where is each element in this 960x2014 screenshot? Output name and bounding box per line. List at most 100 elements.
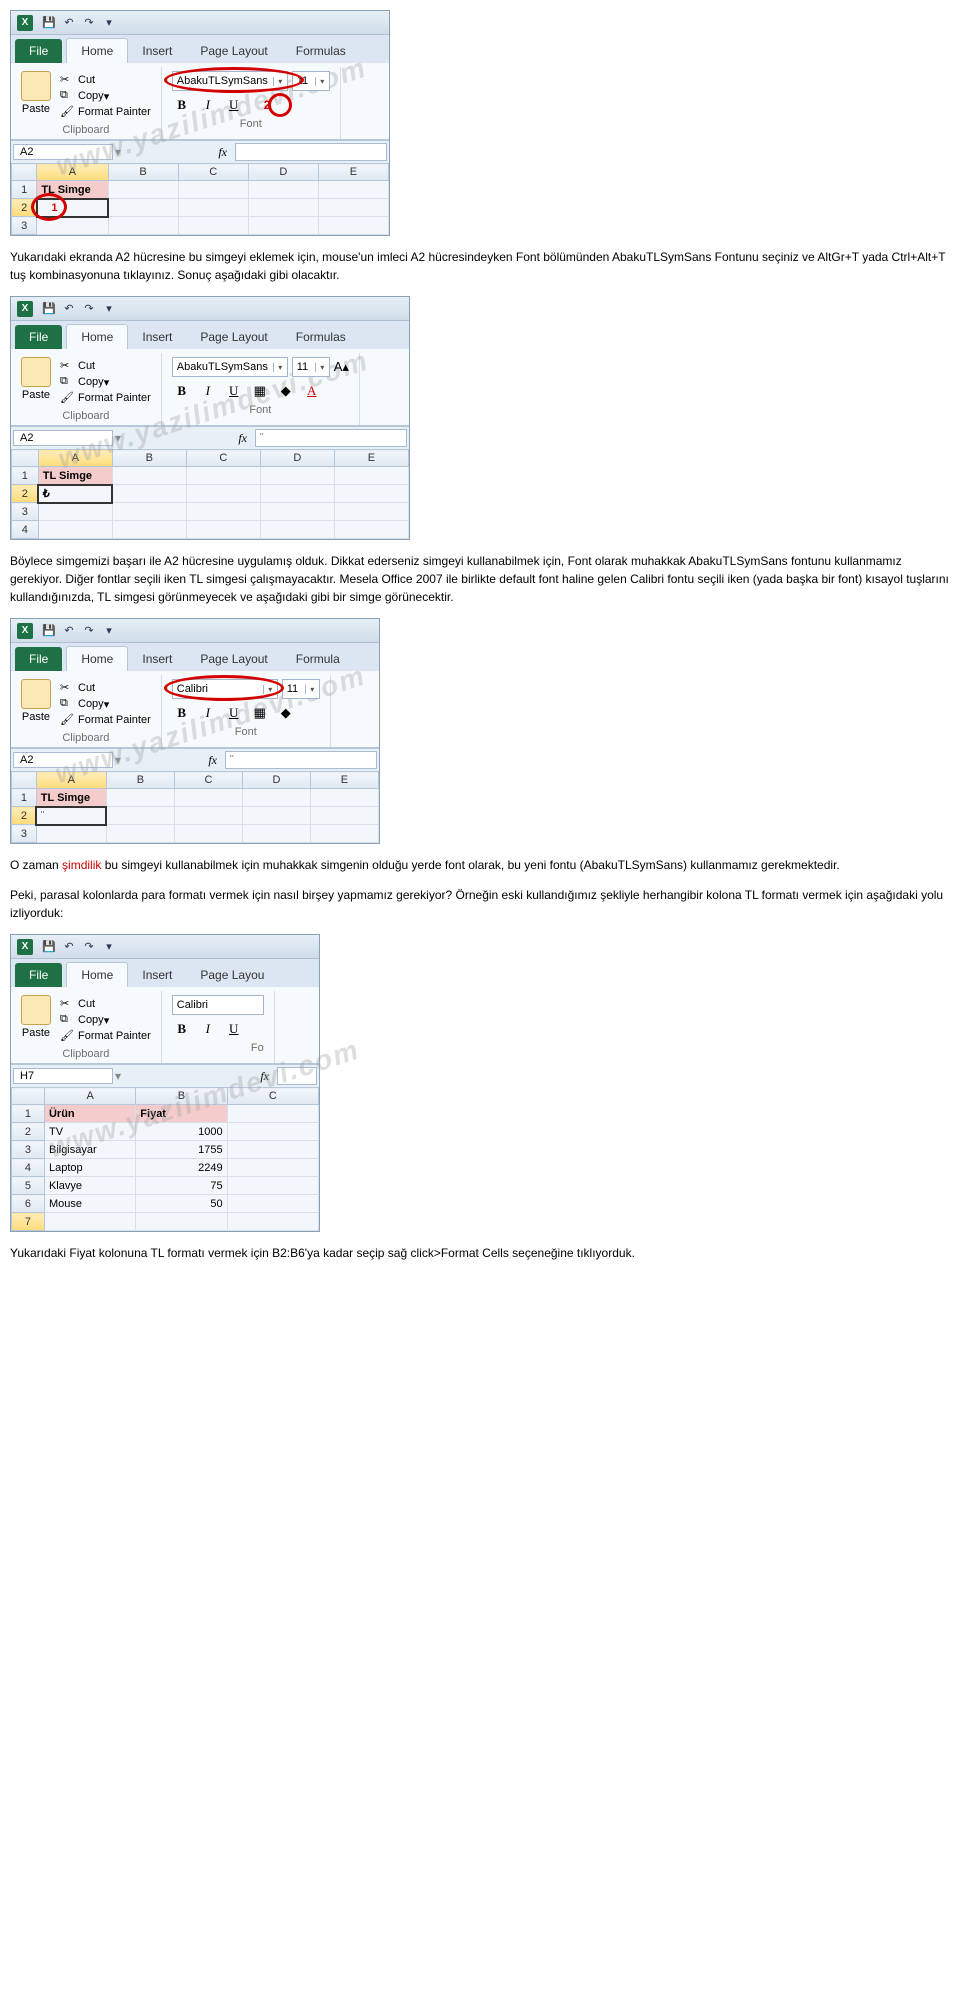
format-painter-button[interactable]: 🖌Format Painter — [60, 1029, 151, 1043]
cell[interactable]: Klavye — [44, 1177, 135, 1195]
row-header[interactable]: 1 — [12, 789, 37, 807]
cut-button[interactable]: ✂Cut — [60, 681, 151, 695]
copy-button[interactable]: ⧉Copy ▾ — [60, 375, 151, 389]
col-header-b[interactable]: B — [136, 1088, 227, 1105]
row-header[interactable]: 2 — [12, 1123, 45, 1141]
formula-input[interactable] — [255, 429, 407, 447]
font-name-combo[interactable]: ▾ — [172, 357, 288, 377]
row-header[interactable]: 4 — [12, 521, 39, 539]
font-name-input[interactable] — [173, 996, 263, 1014]
col-header-c[interactable]: C — [227, 1088, 318, 1105]
underline-button[interactable]: U — [224, 95, 244, 115]
col-header-e[interactable]: E — [318, 164, 388, 181]
fx-icon[interactable]: fx — [218, 145, 227, 160]
font-size-combo[interactable]: ▾ — [292, 357, 330, 377]
qat-dropdown-icon[interactable]: ▾ — [100, 938, 118, 956]
formula-input[interactable] — [225, 751, 377, 769]
italic-button[interactable]: I — [198, 1019, 218, 1039]
cell[interactable]: Bilgisayar — [44, 1141, 135, 1159]
format-painter-button[interactable]: 🖌Format Painter — [60, 713, 151, 727]
row-header[interactable]: 2 — [12, 485, 39, 503]
chevron-down-icon[interactable]: ▾ — [263, 685, 277, 694]
tab-formulas[interactable]: Formula — [282, 647, 354, 671]
underline-button[interactable]: U — [224, 1019, 244, 1039]
bold-button[interactable]: B — [172, 95, 192, 115]
row-header[interactable]: 3 — [12, 825, 37, 843]
namebox-dropdown-icon[interactable]: ▾ — [115, 753, 121, 767]
row-header[interactable]: 7 — [12, 1213, 45, 1231]
col-header-d[interactable]: D — [260, 450, 334, 467]
cell[interactable]: 1755 — [136, 1141, 227, 1159]
formula-input[interactable] — [235, 143, 387, 161]
tab-home[interactable]: Home — [66, 646, 128, 671]
chevron-down-icon[interactable]: ▾ — [315, 77, 329, 86]
cut-button[interactable]: ✂Cut — [60, 73, 151, 87]
font-name-combo[interactable]: ▾ — [172, 71, 288, 91]
bold-button[interactable]: B — [172, 1019, 192, 1039]
cell-a1[interactable]: TL Simge — [38, 467, 112, 485]
tab-home[interactable]: Home — [66, 962, 128, 987]
select-all-corner[interactable] — [12, 1088, 45, 1105]
tab-insert[interactable]: Insert — [128, 39, 186, 63]
borders-button[interactable]: ▦ — [250, 703, 270, 723]
font-size-input[interactable] — [293, 358, 315, 376]
qat-undo-icon[interactable]: ↶ — [60, 938, 78, 956]
tab-insert[interactable]: Insert — [128, 325, 186, 349]
font-name-input[interactable] — [173, 358, 273, 376]
cell-a1[interactable]: TL Simge — [36, 789, 106, 807]
row-header[interactable]: 3 — [12, 1141, 45, 1159]
worksheet-grid[interactable]: A B C D E 1TL Simge 21 3 — [11, 163, 389, 235]
cell[interactable]: 2249 — [136, 1159, 227, 1177]
grow-font-icon[interactable]: A▴ — [334, 359, 349, 375]
tab-file[interactable]: File — [15, 963, 62, 987]
col-header-e[interactable]: E — [310, 772, 378, 789]
copy-button[interactable]: ⧉Copy ▾ — [60, 1013, 151, 1027]
col-header-d[interactable]: D — [248, 164, 318, 181]
namebox-dropdown-icon[interactable]: ▾ — [115, 145, 121, 159]
tab-page-layout[interactable]: Page Layout — [186, 39, 281, 63]
row-header[interactable]: 3 — [12, 503, 39, 521]
tab-page-layout[interactable]: Page Layout — [186, 325, 281, 349]
paste-icon[interactable] — [21, 679, 51, 709]
row-header[interactable]: 3 — [12, 217, 37, 235]
col-header-a[interactable]: A — [37, 164, 108, 181]
cell-a2[interactable]: 1 — [37, 199, 108, 217]
col-header-a[interactable]: A — [38, 450, 112, 467]
tab-home[interactable]: Home — [66, 38, 128, 63]
qat-undo-icon[interactable]: ↶ — [60, 300, 78, 318]
qat-dropdown-icon[interactable]: ▾ — [100, 300, 118, 318]
namebox-dropdown-icon[interactable]: ▾ — [115, 1069, 121, 1083]
cell[interactable]: Mouse — [44, 1195, 135, 1213]
borders-button[interactable]: ▦ — [250, 381, 270, 401]
col-header-c[interactable]: C — [186, 450, 260, 467]
qat-save-icon[interactable]: 💾 — [40, 622, 58, 640]
row-header[interactable]: 5 — [12, 1177, 45, 1195]
bold-button[interactable]: B — [172, 381, 192, 401]
paste-icon[interactable] — [21, 995, 51, 1025]
copy-button[interactable]: ⧉Copy ▾ — [60, 697, 151, 711]
col-header-d[interactable]: D — [242, 772, 310, 789]
format-painter-button[interactable]: 🖌Format Painter — [60, 105, 151, 119]
chevron-down-icon[interactable]: ▾ — [315, 363, 329, 372]
chevron-down-icon[interactable]: ▾ — [273, 77, 287, 86]
cell-a2[interactable]: ₺ — [38, 485, 112, 503]
tab-insert[interactable]: Insert — [128, 963, 186, 987]
tab-file[interactable]: File — [15, 325, 62, 349]
cell-b1[interactable]: Fiyat — [136, 1105, 227, 1123]
format-painter-button[interactable]: 🖌Format Painter — [60, 391, 151, 405]
font-name-combo[interactable] — [172, 995, 264, 1015]
tab-file[interactable]: File — [15, 647, 62, 671]
qat-redo-icon[interactable]: ↷ — [80, 938, 98, 956]
fx-icon[interactable]: fx — [238, 431, 247, 446]
font-name-input[interactable] — [173, 72, 273, 90]
name-box[interactable] — [13, 144, 113, 160]
tab-formulas[interactable]: Formulas — [282, 325, 360, 349]
underline-button[interactable]: U — [224, 703, 244, 723]
row-header[interactable]: 4 — [12, 1159, 45, 1177]
tab-page-layout[interactable]: Page Layou — [186, 963, 278, 987]
font-color-button[interactable]: A — [302, 381, 322, 401]
fx-icon[interactable]: fx — [208, 753, 217, 768]
chevron-down-icon[interactable]: ▾ — [305, 685, 319, 694]
qat-redo-icon[interactable]: ↷ — [80, 300, 98, 318]
col-header-e[interactable]: E — [334, 450, 408, 467]
